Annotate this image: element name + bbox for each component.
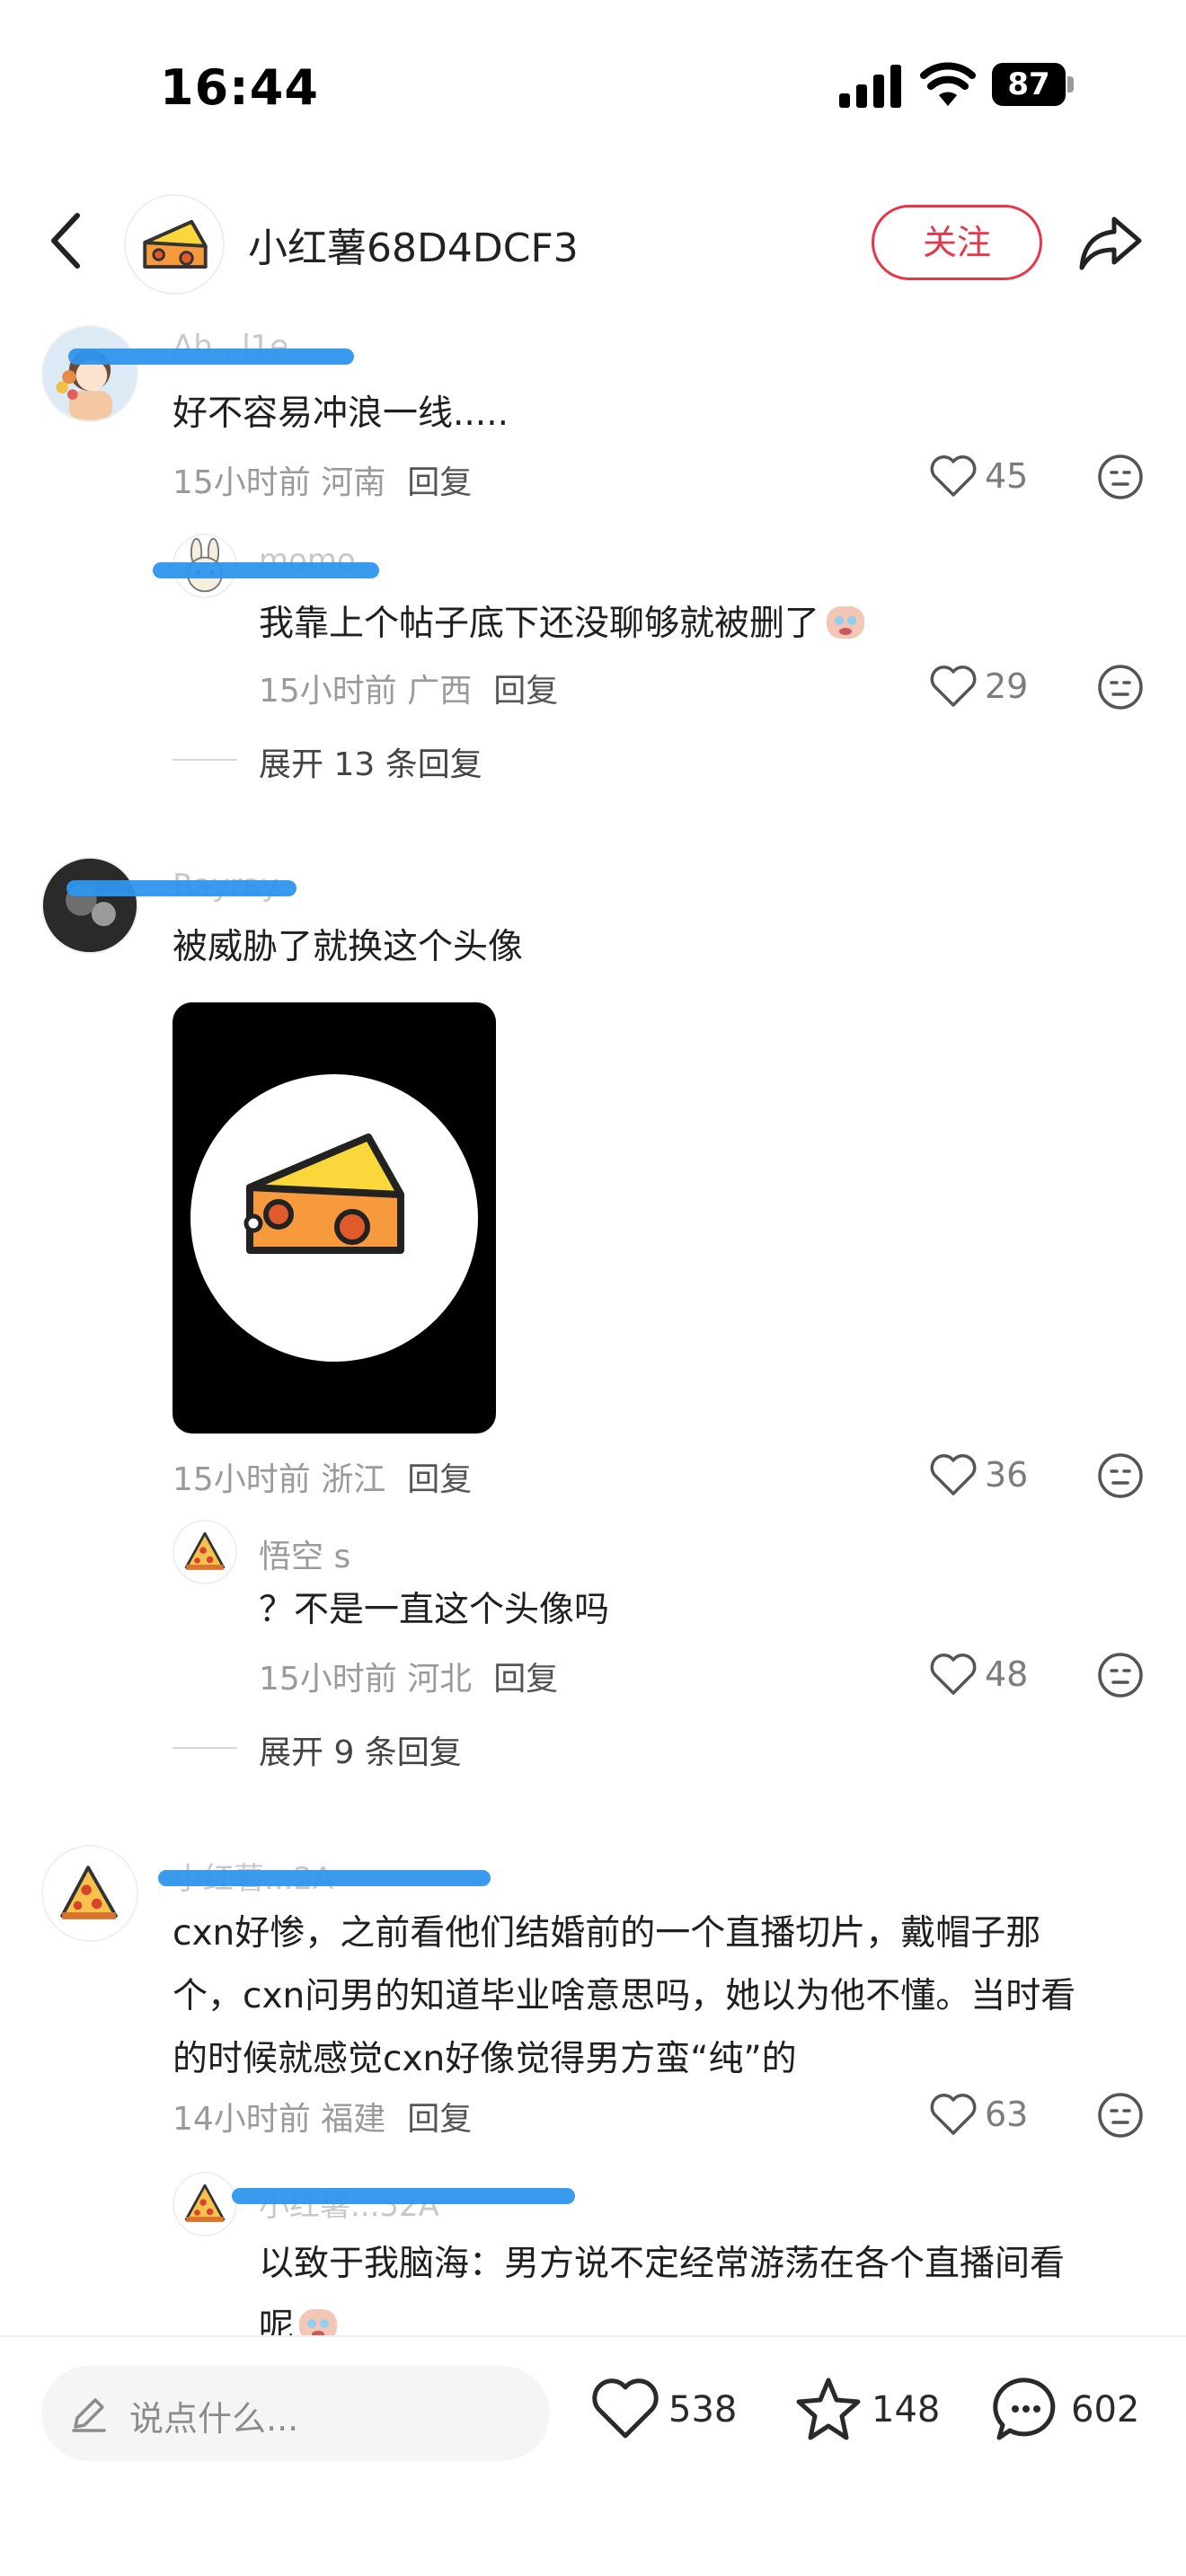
neutral-face-icon[interactable] bbox=[1096, 453, 1145, 501]
post-header: 小红薯68D4DCF3 关注 bbox=[0, 180, 1186, 305]
heart-icon bbox=[930, 455, 977, 497]
reply-meta: 15小时前 广西 回复 bbox=[259, 673, 559, 710]
back-icon[interactable] bbox=[41, 208, 92, 273]
like-count: 36 bbox=[985, 1455, 1029, 1495]
comment-text: cxn好惨，之前看他们结婚前的一个直播切片，戴帽子那 个，cxn问男的知道毕业啥… bbox=[173, 1913, 1076, 2079]
comment-post-button[interactable]: 602 bbox=[990, 2373, 1161, 2454]
like-count: 63 bbox=[985, 2095, 1029, 2134]
post-comment-count: 602 bbox=[1071, 2389, 1140, 2430]
post-favorite-count: 148 bbox=[872, 2389, 941, 2430]
like-post-button[interactable]: 538 bbox=[589, 2373, 742, 2454]
pizza-icon bbox=[60, 1866, 118, 1919]
divider bbox=[173, 1747, 237, 1749]
wifi-icon bbox=[920, 62, 976, 106]
reply-button[interactable]: 回复 bbox=[407, 464, 472, 501]
expand-replies-button[interactable]: 展开 13 条回复 bbox=[259, 738, 482, 785]
commenter-avatar[interactable] bbox=[41, 857, 138, 954]
neutral-face-icon[interactable] bbox=[1096, 1451, 1145, 1500]
comment-text: 好不容易冲浪一线..... bbox=[173, 393, 509, 434]
dark-photo-avatar-icon bbox=[43, 859, 137, 952]
reply-button[interactable]: 回复 bbox=[493, 1661, 558, 1698]
pizza-icon bbox=[184, 1531, 226, 1570]
comment-input-placeholder: 说点什么... bbox=[129, 2399, 299, 2439]
comment-text: 被威胁了就换这个头像 bbox=[173, 927, 524, 967]
pizza-icon bbox=[184, 2183, 226, 2222]
status-bar: 16:44 87 bbox=[0, 0, 1186, 171]
follow-button[interactable]: 关注 bbox=[872, 205, 1042, 280]
reply-text: 我靠上个帖子底下还没聊够就被删了 bbox=[259, 593, 868, 656]
chat-bubble-icon bbox=[993, 2378, 1056, 2440]
redaction-mark bbox=[66, 880, 296, 896]
author-name[interactable]: 小红薯68D4DCF3 bbox=[248, 216, 579, 273]
redaction-mark bbox=[153, 562, 379, 578]
redaction-mark bbox=[232, 2188, 575, 2204]
author-avatar[interactable] bbox=[124, 194, 225, 295]
reply-button[interactable]: 回复 bbox=[407, 2101, 472, 2138]
post-like-count: 538 bbox=[668, 2389, 738, 2430]
cheese-icon bbox=[143, 220, 208, 269]
redaction-mark bbox=[158, 1870, 491, 1886]
neutral-face-icon[interactable] bbox=[1096, 2091, 1145, 2139]
commenter-avatar[interactable] bbox=[41, 1845, 138, 1942]
comment-image[interactable] bbox=[173, 1002, 496, 1434]
heart-icon bbox=[930, 1454, 977, 1495]
comment-meta: 14小时前 福建 回复 bbox=[173, 2101, 473, 2138]
comment-input[interactable]: 说点什么... bbox=[41, 2366, 550, 2461]
star-icon bbox=[796, 2378, 861, 2440]
reply-avatar[interactable] bbox=[173, 2172, 237, 2236]
like-count: 45 bbox=[985, 456, 1029, 496]
expand-replies-button[interactable]: 展开 9 条回复 bbox=[259, 1726, 462, 1773]
heart-icon bbox=[930, 1654, 977, 1695]
reply-meta: 15小时前 河北 回复 bbox=[259, 1661, 559, 1698]
reply-username[interactable]: 悟空 s bbox=[259, 1531, 350, 1577]
battery-icon: 87 bbox=[992, 63, 1075, 106]
heart-icon bbox=[592, 2378, 659, 2439]
reply-button[interactable]: 回复 bbox=[493, 673, 558, 710]
like-count: 29 bbox=[985, 666, 1029, 706]
cellular-signal-icon bbox=[839, 65, 901, 108]
girl-flowers-avatar-icon bbox=[56, 349, 113, 420]
commenter-avatar[interactable] bbox=[41, 325, 138, 422]
reply-text: ？不是一直这个头像吗 bbox=[259, 1590, 610, 1630]
comment-meta: 15小时前 浙江 回复 bbox=[173, 1461, 473, 1498]
comment-meta: 15小时前 河南 回复 bbox=[173, 464, 473, 501]
heart-icon bbox=[930, 666, 977, 707]
heart-icon bbox=[930, 2094, 977, 2135]
bottom-action-bar: 说点什么... 538 148 602 bbox=[0, 2335, 1186, 2576]
divider bbox=[173, 759, 237, 761]
reply-button[interactable]: 回复 bbox=[407, 1461, 472, 1498]
crying-emoji-icon bbox=[823, 600, 868, 640]
battery-level: 87 bbox=[992, 63, 1066, 106]
reply-avatar[interactable] bbox=[173, 1520, 237, 1584]
status-time: 16:44 bbox=[160, 59, 319, 116]
neutral-face-icon[interactable] bbox=[1096, 663, 1145, 711]
favorite-post-button[interactable]: 148 bbox=[792, 2373, 945, 2454]
share-icon[interactable] bbox=[1075, 207, 1146, 278]
pencil-icon bbox=[72, 2398, 106, 2432]
redaction-mark bbox=[68, 348, 354, 365]
cheese-icon bbox=[243, 1134, 404, 1254]
like-count: 48 bbox=[985, 1654, 1029, 1694]
neutral-face-icon[interactable] bbox=[1096, 1651, 1145, 1699]
